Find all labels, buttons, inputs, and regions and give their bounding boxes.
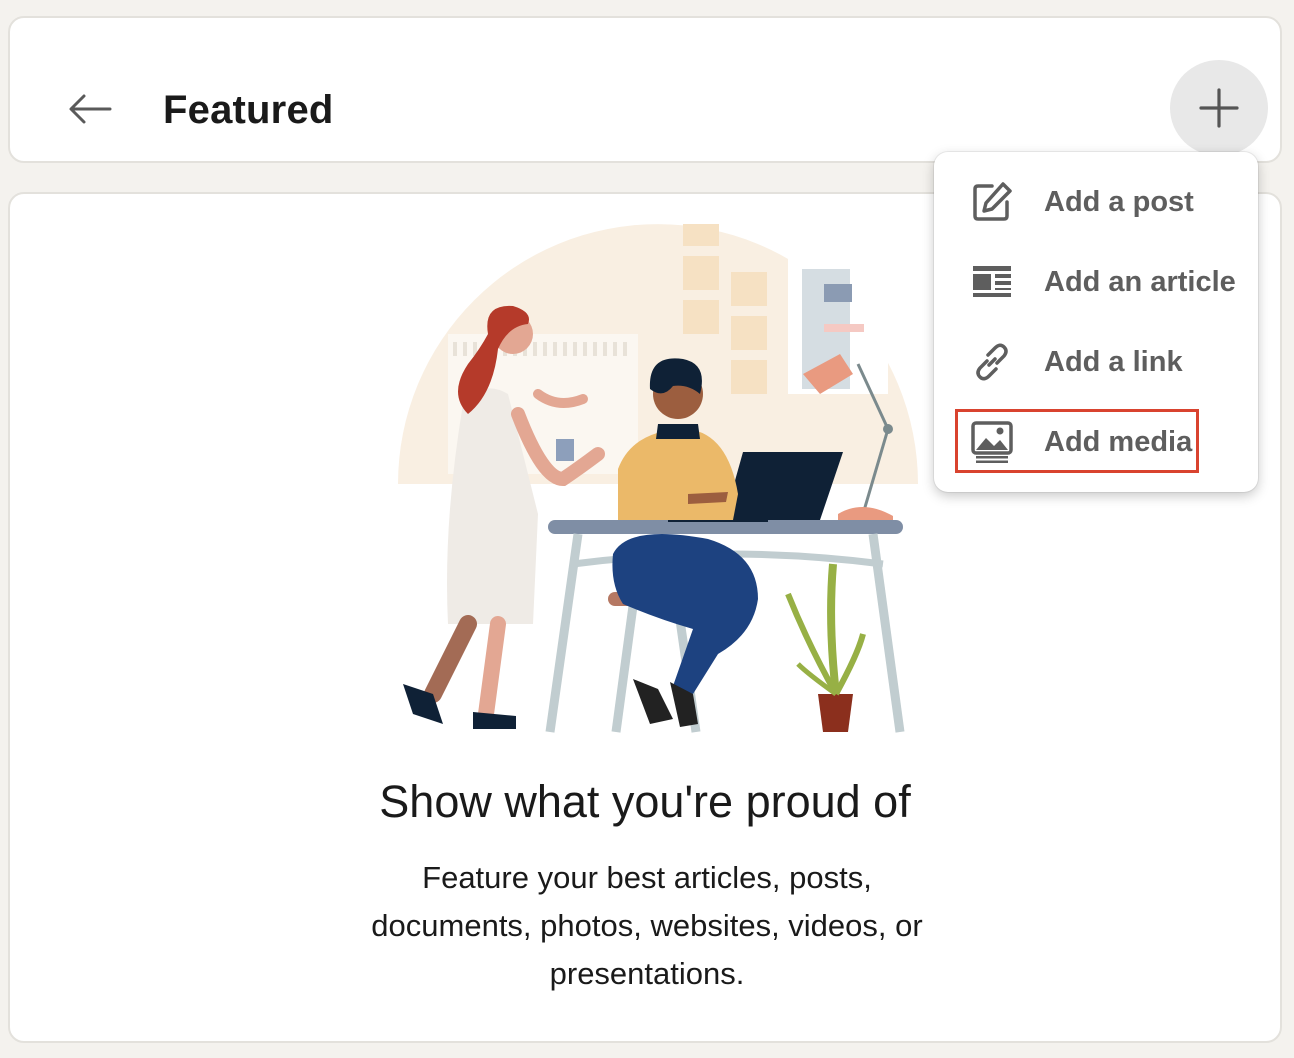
empty-state-heading: Show what you're proud of	[379, 776, 911, 827]
arrow-left-icon	[69, 94, 112, 124]
empty-state-description: Feature your best articles, posts, docum…	[371, 860, 923, 991]
featured-header: Featured	[8, 16, 1282, 163]
pencil-square-icon	[970, 180, 1014, 224]
plus-icon	[1199, 88, 1239, 128]
menu-item-add-media[interactable]: Add media	[954, 409, 1192, 475]
article-icon	[970, 260, 1014, 304]
menu-item-label: Add media	[1044, 425, 1193, 458]
add-button[interactable]	[1170, 60, 1268, 156]
image-icon	[970, 420, 1014, 464]
menu-item-label: Add an article	[1044, 265, 1236, 298]
back-button[interactable]	[58, 82, 122, 136]
menu-item-add-article[interactable]: Add an article	[954, 249, 1236, 315]
office-illustration	[398, 224, 918, 733]
link-icon	[970, 340, 1014, 384]
menu-item-label: Add a link	[1044, 345, 1183, 378]
menu-item-add-post[interactable]: Add a post	[954, 169, 1194, 235]
add-featured-menu: Add a post Add an article Add a link Add…	[934, 152, 1258, 492]
page-title: Featured	[163, 88, 334, 132]
menu-item-add-link[interactable]: Add a link	[954, 329, 1183, 395]
menu-item-label: Add a post	[1044, 185, 1194, 218]
